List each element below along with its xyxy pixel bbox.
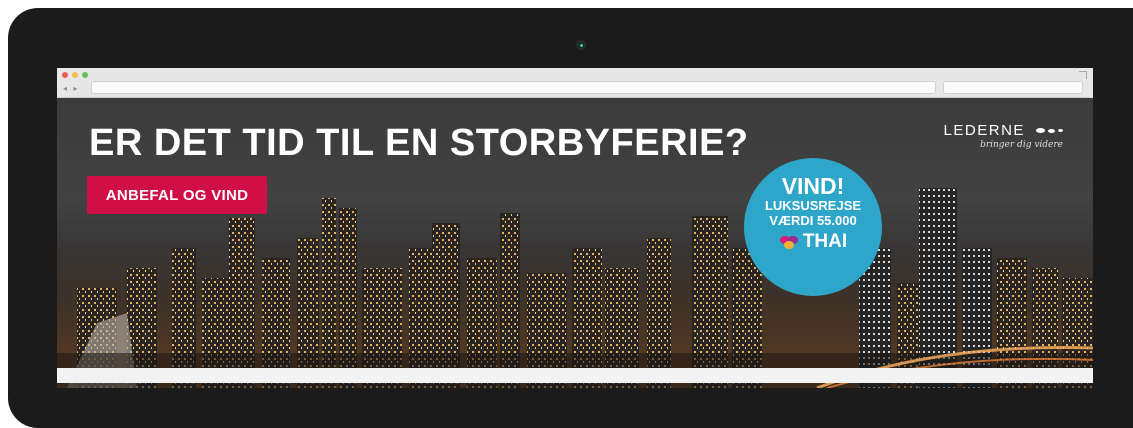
thai-brand-text: THAI: [802, 231, 848, 252]
window-controls: [62, 72, 88, 78]
badge-value-text: VÆRDI 55.000: [769, 213, 857, 228]
hero-banner: ER DET TID TIL EN STORBYFERIE? ANBEFAL O…: [57, 98, 1093, 388]
search-bar[interactable]: [943, 81, 1083, 94]
thai-airways-logo: THAI: [744, 231, 882, 253]
lederne-logo[interactable]: LEDERNE bringer dig videre: [944, 120, 1063, 150]
logo-tagline: bringer dig videre: [980, 140, 1063, 150]
close-dot-icon[interactable]: [62, 72, 68, 78]
banner-headline: ER DET TID TIL EN STORBYFERIE?: [89, 122, 749, 164]
logo-wordmark: LEDERNE: [943, 122, 1025, 139]
camera-icon: [576, 40, 586, 50]
badge-trip-text: LUKSUSREJSE: [764, 198, 862, 213]
maximize-dot-icon[interactable]: [82, 72, 88, 78]
recommend-and-win-button[interactable]: ANBEFAL OG VIND: [87, 176, 267, 214]
badge-win-text: VIND!: [781, 173, 845, 199]
logo-dots-icon: [1036, 128, 1063, 133]
page-content-strip: [57, 368, 1093, 383]
orchid-icon: [779, 236, 798, 249]
nav-arrows-icon[interactable]: ◂ ▸: [63, 84, 80, 93]
fullscreen-icon[interactable]: [1079, 71, 1087, 79]
prize-badge[interactable]: VIND! LUKSUSREJSE VÆRDI 55.000 THAI: [744, 158, 882, 296]
browser-window: ◂ ▸ ER DET TID TIL EN STORBYFERIE? ANBEF…: [57, 68, 1093, 388]
browser-chrome: ◂ ▸: [57, 68, 1093, 98]
minimize-dot-icon[interactable]: [72, 72, 78, 78]
address-bar[interactable]: [91, 81, 936, 94]
